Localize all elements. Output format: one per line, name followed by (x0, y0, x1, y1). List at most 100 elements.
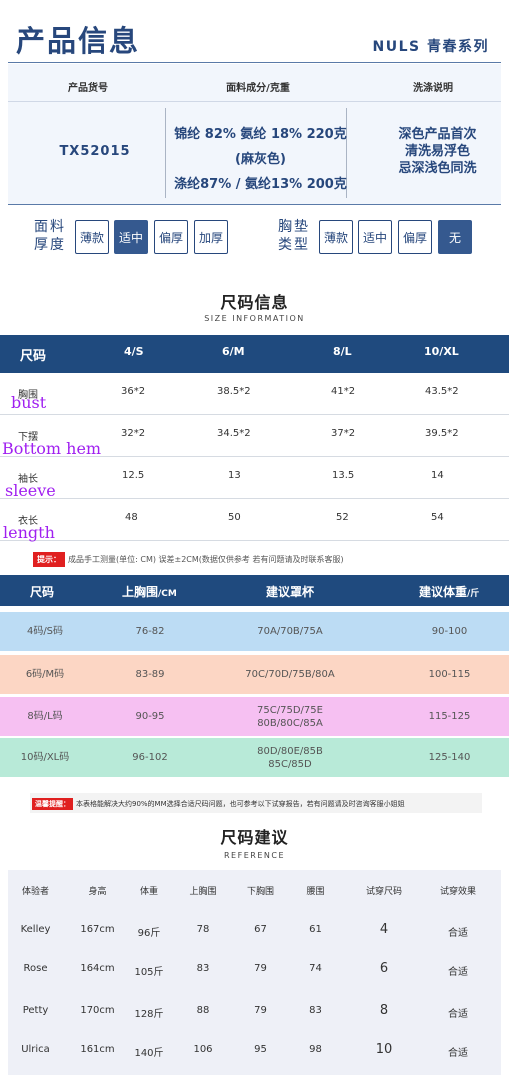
table-cell: 80D/80E/85B 85C/85D (257, 746, 323, 770)
reference-header-cell: 试穿尺码 (365, 887, 402, 897)
fabric-composition: 锦纶 82% 氨纶 18% 220克 (麻灰色) 涤纶87% / 氨纶13% 2… (168, 122, 353, 197)
header-cell: 建议体重/斤 (419, 585, 480, 599)
product-info-table: 产品货号 面料成分/克重 洗涤说明 TX52015 锦纶 82% 氨纶 18% … (8, 64, 501, 204)
thickness-option-thick: 偏厚 (154, 220, 188, 254)
thickness-option-extra-thick: 加厚 (194, 220, 228, 254)
reference-cell: 98 (309, 1044, 322, 1055)
fabric-line: 涤纶87% / 氨纶13% 200克 (174, 177, 347, 192)
size-row-bust: 胸围 36*2 38.5*2 41*2 43.5*2 (0, 373, 509, 415)
reference-title: 尺码建议 (220, 828, 289, 847)
series-name: NULS 青春系列 (372, 39, 489, 55)
wash-line: 深色产品首次 (398, 127, 477, 142)
reference-cell: 67 (254, 924, 267, 935)
size-info-subtitle: SIZE INFORMATION (204, 314, 305, 323)
reference-subtitle: REFERENCE (223, 851, 285, 860)
table-cell: 4码/S码 (26, 626, 64, 637)
reference-header-cell: 身高 (88, 887, 107, 897)
recommendation-row: 4码/S码 76-82 70A/70B/75A 90-100 (0, 612, 509, 651)
size-row-sleeve: 袖长 12.5 13 13.5 14 (0, 457, 509, 499)
pad-option-medium: 适中 (358, 220, 392, 254)
header-fabric: 面料成分/克重 (226, 83, 290, 94)
reference-cell: 79 (254, 963, 267, 974)
table-cell: 48 (125, 512, 138, 523)
reference-header-cell: 下胸围 (246, 887, 274, 897)
product-code: TX52015 (59, 144, 131, 159)
table-cell: 13.5 (332, 470, 355, 481)
wash-line: 清洗易浮色 (404, 144, 470, 159)
table-cell: 39.5*2 (425, 428, 459, 439)
reminder-text: 本表格能解决大约90%的MM选择合适尺码问题，也可参考以下试穿报告，若有问题请及… (76, 800, 405, 808)
size-column-header: 尺码 (20, 349, 47, 364)
recommendation-header: 尺码 上胸围/CM 建议罩杯 建议体重/斤 (0, 575, 509, 606)
reference-cell: Petty (22, 1005, 49, 1016)
table-cell: 70C/70D/75B/80A (245, 669, 335, 680)
reference-cell: 161cm (80, 1044, 115, 1055)
table-cell: 90-100 (431, 626, 468, 637)
wash-instructions: 深色产品首次 清洗易浮色 忌深浅色同洗 (380, 126, 495, 177)
reference-cell: 95 (254, 1044, 267, 1055)
reference-cell: 10 (375, 1042, 393, 1057)
reference-cell: 164cm (80, 963, 115, 974)
table-cell: 10码/XL码 (20, 752, 70, 763)
fabric-line: (麻灰色) (235, 152, 286, 167)
note-text: 成品手工测量(单位: CM) 误差±2CM(数据仅供参考 若有问题请及时联系客服… (68, 555, 344, 564)
reference-cell: 167cm (80, 924, 115, 935)
header-product-code: 产品货号 (68, 83, 108, 94)
table-cell: 37*2 (331, 428, 356, 439)
header-divider (8, 62, 501, 63)
reference-cell: 合适 (448, 967, 468, 978)
fabric-line: 锦纶 82% 氨纶 18% 220克 (174, 127, 347, 142)
product-table-divider (8, 101, 501, 102)
reference-cell: 74 (309, 963, 322, 974)
table-cell: 54 (431, 512, 444, 523)
size-column-header: 6/M (222, 345, 245, 358)
note-badge: 提示： (33, 552, 65, 567)
attribute-options: 面料 厚度 薄款 适中 偏厚 加厚 胸垫 类型 薄款 适中 偏厚 无 (0, 212, 509, 268)
pad-option-thin: 薄款 (319, 220, 353, 254)
reference-cell: Kelley (20, 924, 51, 935)
reference-table: 体验者 身高 体重 上胸围 下胸围 腰围 试穿尺码 试穿效果 Kelley 167cm 96斤 78 6… (8, 870, 501, 1075)
reference-cell: 合适 (448, 928, 468, 939)
thickness-option-medium: 适中 (114, 220, 148, 254)
page-title: 产品信息 (16, 24, 141, 58)
table-cell: 12.5 (122, 470, 145, 481)
reference-cell: 83 (309, 1005, 322, 1016)
reference-cell: 106 (193, 1044, 213, 1055)
reference-header-cell: 腰围 (306, 887, 325, 897)
fabric-thickness-label: 面料 厚度 (34, 219, 66, 253)
table-cell: 70A/70B/75A (257, 626, 323, 637)
measurement-note: 提示： 成品手工测量(单位: CM) 误差±2CM(数据仅供参考 若有问题请及时联… (33, 552, 344, 567)
page-header: 产品信息 NULS 青春系列 (0, 0, 509, 64)
reference-cell: 88 (196, 1005, 210, 1016)
header-wash: 洗涤说明 (413, 83, 453, 94)
table-cell: 125-140 (428, 752, 471, 763)
product-detail-page: 产品信息 NULS 青春系列 产品货号 面料成分/克重 洗涤说明 TX52015… (0, 0, 509, 1080)
annotation-sleeve: sleeve (5, 481, 56, 500)
table-cell: 36*2 (121, 386, 146, 397)
size-info-title: 尺码信息 (220, 293, 289, 312)
reference-cell: 4 (379, 922, 389, 937)
reference-cell: Ulrica (21, 1044, 50, 1055)
header-cell: 上胸围/CM (122, 585, 177, 599)
pad-option-thick: 偏厚 (398, 220, 432, 254)
reference-header-cell: 试穿效果 (439, 887, 476, 897)
size-row-length: 衣长 48 50 52 54 (0, 499, 509, 541)
reference-cell: 128斤 (134, 1009, 164, 1020)
reminder-badge: 温馨提醒： (32, 798, 73, 810)
reference-header-cell: 体重 (139, 887, 158, 897)
thickness-option-thin: 薄款 (75, 220, 109, 254)
reference-header-cell: 上胸围 (189, 887, 217, 897)
pad-type-label: 胸垫 类型 (278, 219, 310, 253)
table-cell: 34.5*2 (217, 428, 251, 439)
reminder-note: 温馨提醒： 本表格能解决大约90%的MM选择合适尺码问题，也可参考以下试穿报告，若… (30, 793, 482, 813)
table-cell: 43.5*2 (425, 386, 459, 397)
wash-line: 忌深浅色同洗 (398, 161, 477, 176)
annotation-bottom-hem: Bottom hem (2, 439, 102, 458)
reference-cell: 8 (379, 1003, 389, 1018)
pad-option-none: 无 (438, 220, 472, 254)
reference-cell: 96斤 (137, 928, 161, 939)
reference-cell: 105斤 (134, 967, 164, 978)
recommendation-row: 8码/L码 90-95 75C/75D/75E 80B/80C/85A 115-125 (0, 697, 509, 736)
annotation-bust: bust (11, 393, 47, 412)
reference-cell: 79 (254, 1005, 267, 1016)
